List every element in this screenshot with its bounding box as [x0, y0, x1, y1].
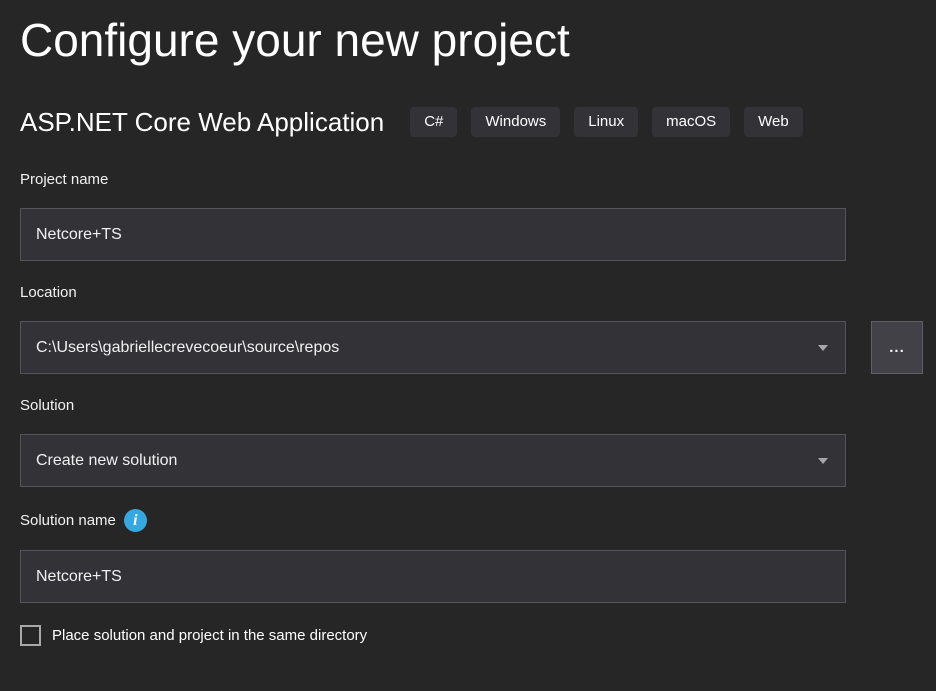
- location-value: C:\Users\gabriellecrevecoeur\source\repo…: [36, 339, 339, 357]
- tag-macos: macOS: [652, 107, 730, 137]
- configure-project-dialog: Configure your new project ASP.NET Core …: [0, 0, 936, 646]
- template-tags: C# Windows Linux macOS Web: [410, 107, 803, 137]
- solution-value: Create new solution: [36, 452, 177, 470]
- chevron-down-icon: [818, 458, 828, 464]
- template-header: ASP.NET Core Web Application C# Windows …: [20, 106, 936, 138]
- chevron-down-icon: [818, 345, 828, 351]
- location-combobox[interactable]: C:\Users\gabriellecrevecoeur\source\repo…: [20, 321, 846, 374]
- page-title: Configure your new project: [20, 12, 936, 68]
- solution-name-label: Solution name: [20, 511, 116, 531]
- same-directory-checkbox[interactable]: [20, 625, 41, 646]
- location-label: Location: [20, 283, 936, 303]
- solution-name-input[interactable]: [20, 550, 846, 603]
- solution-name-label-row: Solution name i: [20, 509, 936, 532]
- info-icon[interactable]: i: [124, 509, 147, 532]
- same-directory-label: Place solution and project in the same d…: [52, 627, 367, 644]
- tag-csharp: C#: [410, 107, 457, 137]
- browse-location-button[interactable]: ...: [871, 321, 923, 374]
- template-name: ASP.NET Core Web Application: [20, 106, 384, 138]
- project-name-label: Project name: [20, 170, 936, 190]
- tag-windows: Windows: [471, 107, 560, 137]
- solution-label: Solution: [20, 396, 936, 416]
- tag-linux: Linux: [574, 107, 638, 137]
- tag-web: Web: [744, 107, 803, 137]
- project-name-input[interactable]: [20, 208, 846, 261]
- same-directory-option[interactable]: Place solution and project in the same d…: [20, 625, 936, 646]
- solution-combobox[interactable]: Create new solution: [20, 434, 846, 487]
